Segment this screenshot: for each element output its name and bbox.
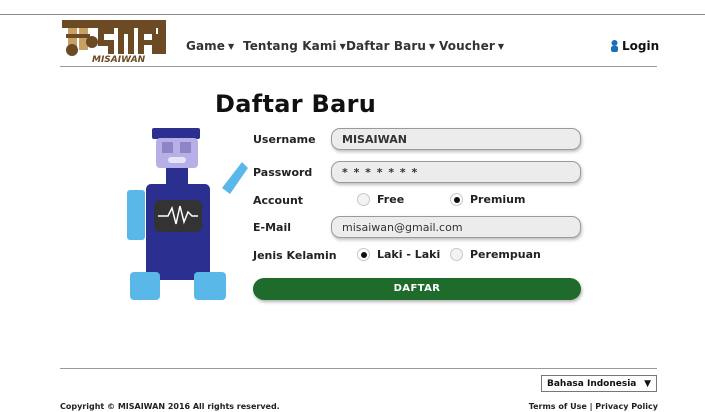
page-title: Daftar Baru [215, 90, 377, 118]
radio-checked-icon [450, 193, 463, 206]
chevron-down-icon: ▼ [429, 42, 436, 51]
password-field[interactable]: * * * * * * * [331, 161, 581, 183]
footer-links[interactable]: Terms of Use | Privacy Policy [529, 402, 658, 411]
language-value: Bahasa Indonesia [547, 379, 637, 389]
logo-text: MISAIWAN [92, 55, 146, 64]
copyright-text: Copyright © MISAIWAN 2016 All rights res… [60, 402, 280, 411]
chevron-down-icon: ▼ [644, 379, 651, 389]
footer-divider [60, 368, 657, 369]
logo[interactable]: MISAIWAN [62, 20, 166, 65]
nav-label: Tentang Kami [243, 39, 337, 53]
robot-illustration [126, 124, 252, 304]
header-divider [60, 66, 657, 67]
chevron-down-icon: ▼ [228, 42, 235, 51]
nav-label: Game [186, 39, 225, 53]
nav-game[interactable]: Game ▼ [186, 39, 234, 53]
nav-tentang-kami[interactable]: Tentang Kami ▼ [243, 39, 346, 53]
nav-voucher[interactable]: Voucher ▼ [439, 39, 504, 53]
account-label: Account [253, 194, 304, 207]
radio-label: Premium [470, 193, 526, 206]
logo-graphic: MISAIWAN [62, 20, 166, 65]
account-radio-premium[interactable]: Premium [450, 193, 525, 206]
radio-label: Free [377, 193, 405, 206]
account-radio-free[interactable]: Free [357, 193, 404, 206]
radio-checked-icon [357, 248, 370, 261]
username-label: Username [253, 133, 316, 146]
password-label: Password [253, 166, 313, 179]
username-field[interactable]: MISAIWAN [331, 128, 581, 150]
gender-radio-female[interactable]: Perempuan [450, 248, 541, 261]
radio-unchecked-icon [357, 193, 370, 206]
chevron-down-icon: ▼ [497, 42, 505, 51]
nav-label: Voucher [439, 39, 495, 53]
email-label: E-Mail [253, 221, 291, 234]
login-link[interactable]: Login [610, 39, 659, 53]
language-select[interactable]: Bahasa Indonesia ▼ [541, 375, 657, 392]
nav-label: Daftar Baru [346, 39, 427, 53]
email-field[interactable]: misaiwan@gmail.com [331, 216, 581, 238]
gender-label: Jenis Kelamin [253, 249, 337, 262]
user-icon [611, 40, 618, 52]
daftar-button[interactable]: DAFTAR [253, 278, 581, 300]
nav-daftar-baru[interactable]: Daftar Baru ▼ [346, 39, 435, 53]
login-label: Login [622, 39, 660, 53]
gender-radio-male[interactable]: Laki - Laki [357, 248, 440, 261]
radio-label: Perempuan [470, 248, 541, 261]
radio-label: Laki - Laki [377, 248, 441, 261]
window-top-border [0, 14, 705, 15]
radio-unchecked-icon [450, 248, 463, 261]
chevron-down-icon: ▼ [339, 42, 346, 51]
